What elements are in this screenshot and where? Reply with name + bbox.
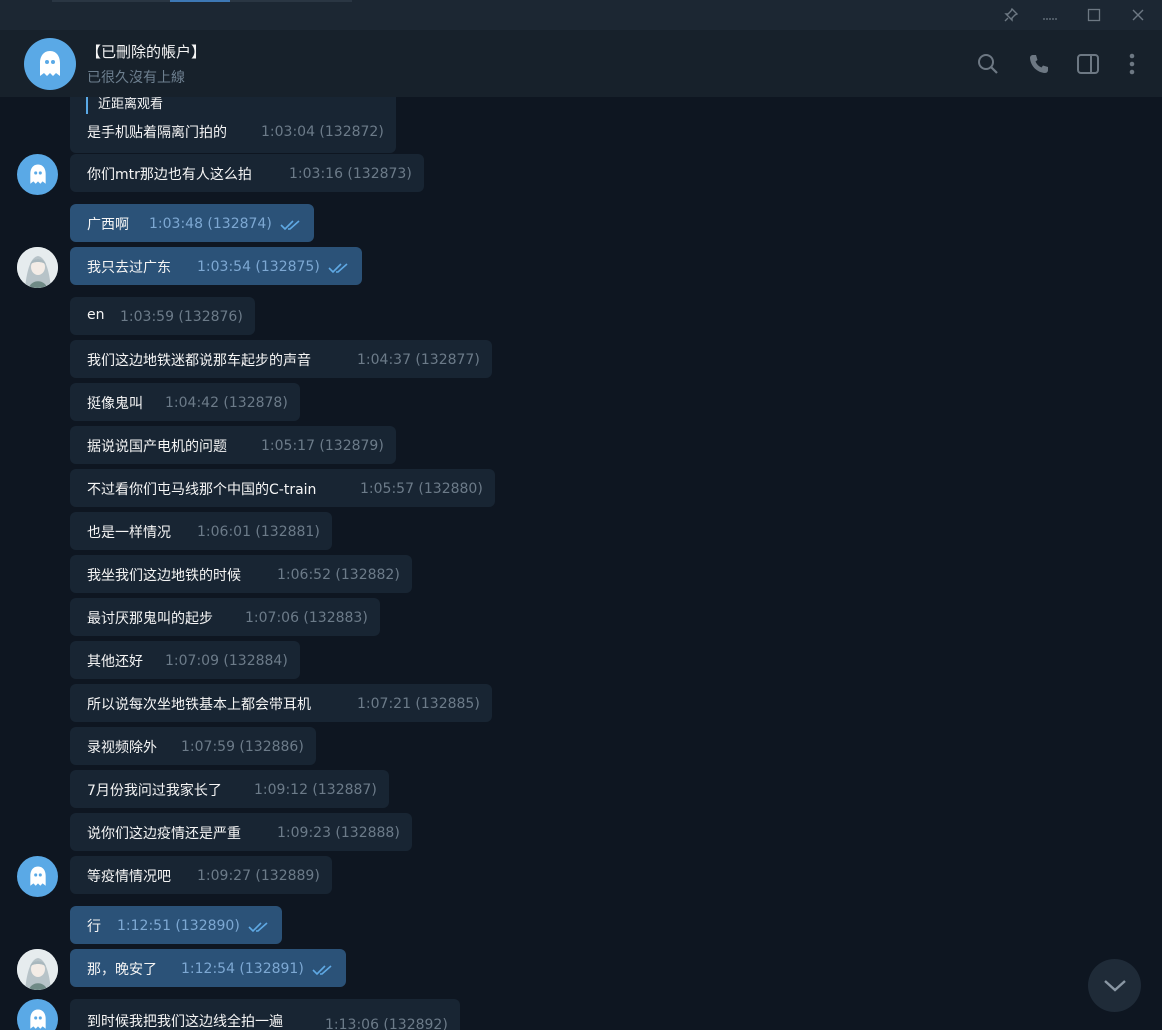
message-bubble[interactable]: 其他还好 1:07:09 (132884): [70, 641, 300, 679]
reply-preview[interactable]: 近距离观看: [98, 97, 163, 112]
message-text: 据说说国产电机的问题: [87, 439, 227, 455]
more-vertical-icon[interactable]: [1118, 50, 1146, 78]
reply-bar: [86, 97, 88, 114]
message-text: 所以说每次坐地铁基本上都会带耳机: [87, 697, 311, 713]
window-titlebar: [0, 0, 1162, 30]
pin-icon[interactable]: [989, 0, 1033, 30]
message-time: 1:05:57 (132880): [360, 481, 483, 497]
message-bubble[interactable]: 所以说每次坐地铁基本上都会带耳机 1:07:21 (132885): [70, 684, 492, 722]
read-check-icon: [248, 922, 268, 933]
message-text: 最讨厌那鬼叫的起步: [87, 611, 213, 627]
message-time: 1:03:48 (132874): [149, 216, 272, 232]
avatar[interactable]: [17, 247, 58, 288]
message-time: 1:03:04 (132872): [261, 124, 384, 140]
message-bubble[interactable]: 7月份我问过我家长了 1:09:12 (132887): [70, 770, 389, 808]
ghost-icon: [29, 866, 46, 886]
message-bubble[interactable]: 到时候我把我们这边线全拍一遍 1:13:06 (132892): [70, 999, 460, 1030]
message-bubble[interactable]: 说你们这边疫情还是严重 1:09:23 (132888): [70, 813, 412, 851]
tab-indicator: [230, 0, 352, 2]
message-bubble[interactable]: 那，晚安了 1:12:54 (132891): [70, 949, 346, 987]
message-bubble[interactable]: 录视频除外 1:07:59 (132886): [70, 727, 316, 765]
avatar-image: [17, 247, 58, 288]
message-time: 1:03:16 (132873): [289, 166, 412, 182]
ghost-icon: [29, 1009, 46, 1029]
message-text: 是手机贴着隔离门拍的: [87, 125, 227, 141]
message-bubble[interactable]: 我们这边地铁迷都说那车起步的声音 1:04:37 (132877): [70, 340, 492, 378]
message-time: 1:09:12 (132887): [254, 782, 377, 798]
message-bubble[interactable]: 你们mtr那边也有人这么拍 1:03:16 (132873): [70, 154, 424, 192]
message-bubble[interactable]: 行 1:12:51 (132890): [70, 906, 282, 944]
avatar[interactable]: [24, 38, 76, 90]
message-text: 挺像鬼叫: [87, 396, 143, 412]
phone-icon[interactable]: [1025, 50, 1053, 78]
message-bubble[interactable]: 我只去过广东 1:03:54 (132875): [70, 247, 362, 285]
message-time: 1:12:54 (132891): [181, 961, 304, 977]
message-time: 1:06:01 (132881): [197, 524, 320, 540]
message-time: 1:07:21 (132885): [357, 696, 480, 712]
message-bubble[interactable]: en 1:03:59 (132876): [70, 297, 255, 335]
message-text: en: [87, 307, 105, 323]
message-text: 你们mtr那边也有人这么拍: [87, 167, 252, 183]
message-bubble[interactable]: 挺像鬼叫 1:04:42 (132878): [70, 383, 300, 421]
message-bubble[interactable]: 也是一样情况 1:06:01 (132881): [70, 512, 332, 550]
message-text: 我坐我们这边地铁的时候: [87, 568, 241, 584]
avatar[interactable]: [17, 949, 58, 990]
message-time: 1:12:51 (132890): [117, 918, 240, 934]
message-text: 也是一样情况: [87, 525, 171, 541]
message-text: 录视频除外: [87, 740, 157, 756]
message-time: 1:07:09 (132884): [165, 653, 288, 669]
chat-status: 已很久沒有上線: [87, 70, 185, 86]
close-icon[interactable]: [1116, 0, 1160, 30]
message-time: 1:13:06 (132892): [325, 1017, 448, 1030]
message-text: 行: [87, 919, 101, 935]
message-text: 我们这边地铁迷都说那车起步的声音: [87, 353, 311, 369]
avatar-image: [17, 949, 58, 990]
message-bubble[interactable]: 不过看你们屯马线那个中国的C-train 1:05:57 (132880): [70, 469, 495, 507]
avatar[interactable]: [17, 856, 58, 897]
message-text: 其他还好: [87, 654, 143, 670]
message-time: 1:04:37 (132877): [357, 352, 480, 368]
ghost-icon: [29, 164, 46, 184]
message-list[interactable]: 近距离观看 是手机贴着隔离门拍的 1:03:04 (132872) 你们mtr那…: [0, 97, 1162, 1030]
read-check-icon: [312, 965, 332, 976]
avatar[interactable]: [17, 999, 58, 1030]
message-bubble[interactable]: 广西啊 1:03:48 (132874): [70, 204, 314, 242]
message-bubble[interactable]: 等疫情情况吧 1:09:27 (132889): [70, 856, 332, 894]
message-bubble[interactable]: 最讨厌那鬼叫的起步 1:07:06 (132883): [70, 598, 380, 636]
message-time: 1:03:59 (132876): [120, 309, 243, 325]
scroll-to-bottom-button[interactable]: [1088, 959, 1141, 1012]
message-text: 不过看你们屯马线那个中国的C-train: [87, 482, 317, 498]
chat-header: 【已刪除的帳户】 已很久沒有上線: [0, 30, 1162, 97]
message-text: 广西啊: [87, 217, 129, 233]
chat-title[interactable]: 【已刪除的帳户】: [86, 41, 206, 62]
message-time: 1:09:23 (132888): [277, 825, 400, 841]
sidebar-toggle-icon[interactable]: [1074, 50, 1102, 78]
message-text: 说你们这边疫情还是严重: [87, 826, 241, 842]
message-time: 1:04:42 (132878): [165, 395, 288, 411]
message-time: 1:03:54 (132875): [197, 259, 320, 275]
message-text: 到时候我把我们这边线全拍一遍: [87, 1014, 283, 1030]
message-text: 7月份我问过我家长了: [87, 783, 222, 799]
message-time: 1:07:06 (132883): [245, 610, 368, 626]
message-time: 1:09:27 (132889): [197, 868, 320, 884]
message-time: 1:05:17 (132879): [261, 438, 384, 454]
message-bubble[interactable]: 据说说国产电机的问题 1:05:17 (132879): [70, 426, 396, 464]
message-bubble[interactable]: 近距离观看 是手机贴着隔离门拍的 1:03:04 (132872): [70, 97, 396, 153]
maximize-icon[interactable]: [1072, 0, 1116, 30]
search-icon[interactable]: [974, 50, 1002, 78]
read-check-icon: [328, 263, 348, 274]
chevron-down-icon: [1103, 979, 1126, 992]
ghost-icon: [40, 51, 60, 76]
message-text: 等疫情情况吧: [87, 869, 171, 885]
message-time: 1:06:52 (132882): [277, 567, 400, 583]
avatar[interactable]: [17, 154, 58, 195]
tab-indicator: [52, 0, 170, 2]
tab-indicator-active: [170, 0, 230, 2]
message-text: 我只去过广东: [87, 260, 171, 276]
read-check-icon: [280, 220, 300, 231]
message-time: 1:07:59 (132886): [181, 739, 304, 755]
minimize-icon[interactable]: [1028, 0, 1072, 30]
message-text: 那，晚安了: [87, 962, 157, 978]
message-bubble[interactable]: 我坐我们这边地铁的时候 1:06:52 (132882): [70, 555, 412, 593]
